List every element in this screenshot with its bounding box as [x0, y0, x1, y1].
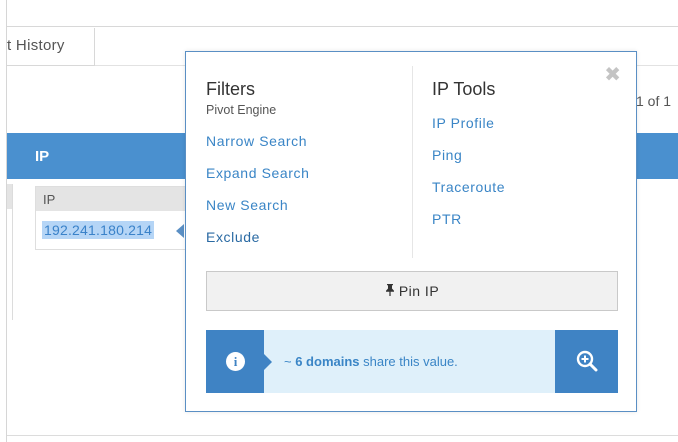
popover-pointer: [176, 224, 184, 238]
ip-value-selected[interactable]: 192.241.180.214: [42, 221, 155, 239]
filters-title: Filters: [206, 79, 255, 99]
ip-cell-header: IP: [36, 187, 188, 211]
left-frame-border: [0, 0, 7, 442]
expand-search-link[interactable]: Expand Search: [206, 164, 406, 196]
info-icon-box: i: [206, 330, 272, 393]
tab-history-label: t History: [7, 37, 65, 54]
ip-tools-title: IP Tools: [432, 79, 496, 99]
exclude-link[interactable]: Exclude: [206, 228, 406, 260]
section-divider: [412, 66, 413, 258]
pin-ip-label: Pin IP: [398, 283, 440, 299]
ping-link[interactable]: Ping: [432, 146, 612, 178]
pin-icon: [385, 283, 395, 299]
filters-subtitle: Pivot Engine: [206, 102, 277, 117]
zoom-in-icon: [576, 350, 598, 372]
ip-tools-section: IP Tools IP Profile Ping Traceroute PTR: [432, 79, 612, 242]
filters-section: Filters Pivot Engine Narrow Search Expan…: [206, 79, 406, 260]
domains-count-link[interactable]: 6 domains: [295, 354, 359, 369]
row-separator: [7, 184, 13, 320]
narrow-search-link[interactable]: Narrow Search: [206, 132, 406, 164]
info-text: ~ 6 domains share this value.: [284, 354, 458, 369]
pin-ip-button[interactable]: Pin IP: [206, 271, 618, 311]
column-header-ip[interactable]: IP: [35, 148, 49, 165]
bottom-divider: [7, 435, 678, 436]
ptr-link[interactable]: PTR: [432, 210, 612, 242]
traceroute-link[interactable]: Traceroute: [432, 178, 612, 210]
top-divider: [7, 26, 678, 27]
ip-cell: IP 192.241.180.214: [35, 186, 189, 250]
info-banner: i ~ 6 domains share this value.: [206, 330, 618, 393]
pagination-text: 1 of 1: [636, 93, 672, 109]
pivot-popover: ✖ Filters Pivot Engine Narrow Search Exp…: [185, 51, 637, 412]
tab-history[interactable]: t History: [7, 28, 95, 66]
new-search-link[interactable]: New Search: [206, 196, 406, 228]
info-icon: i: [226, 352, 245, 371]
ip-profile-link[interactable]: IP Profile: [432, 114, 612, 146]
zoom-in-button[interactable]: [555, 330, 618, 393]
